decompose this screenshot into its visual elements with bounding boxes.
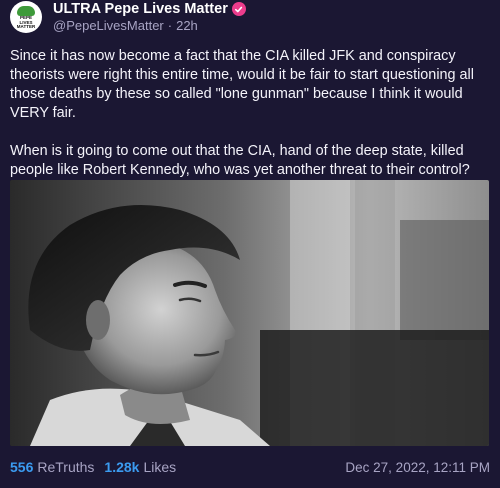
likes-label: Likes [143,459,177,475]
avatar[interactable]: PEPE LIVES MATTER [10,1,42,33]
post-header: PEPE LIVES MATTER ULTRA Pepe Lives Matte… [10,0,246,34]
retruths-stat[interactable]: 556 ReTruths [10,459,94,475]
portrait-photo [10,180,489,446]
retruths-label: ReTruths [37,459,95,475]
retruths-count: 556 [10,459,34,475]
author-handle[interactable]: @PepeLivesMatter [53,18,164,34]
post-time-ago[interactable]: 22h [176,18,198,34]
post-paragraph: Since it has now become a fact that the … [10,48,474,121]
post-media-image[interactable] [10,180,489,446]
author-identity: ULTRA Pepe Lives Matter @PepeLivesMatter… [53,1,246,34]
post-body: Since it has now become a fact that the … [10,47,492,199]
likes-stat[interactable]: 1.28k Likes [104,459,176,475]
verified-badge-icon [231,2,246,16]
author-display-name[interactable]: ULTRA Pepe Lives Matter [53,1,228,18]
post-paragraph: When is it going to come out that the CI… [10,143,470,178]
avatar-logo-text: PEPE LIVES MATTER [16,15,36,30]
truth-post: PEPE LIVES MATTER ULTRA Pepe Lives Matte… [0,0,500,488]
post-timestamp[interactable]: Dec 27, 2022, 12:11 PM [345,460,490,475]
post-stats: 556 ReTruths 1.28k Likes Dec 27, 2022, 1… [10,457,490,477]
meta-separator: · [167,17,173,33]
likes-count: 1.28k [104,459,140,475]
